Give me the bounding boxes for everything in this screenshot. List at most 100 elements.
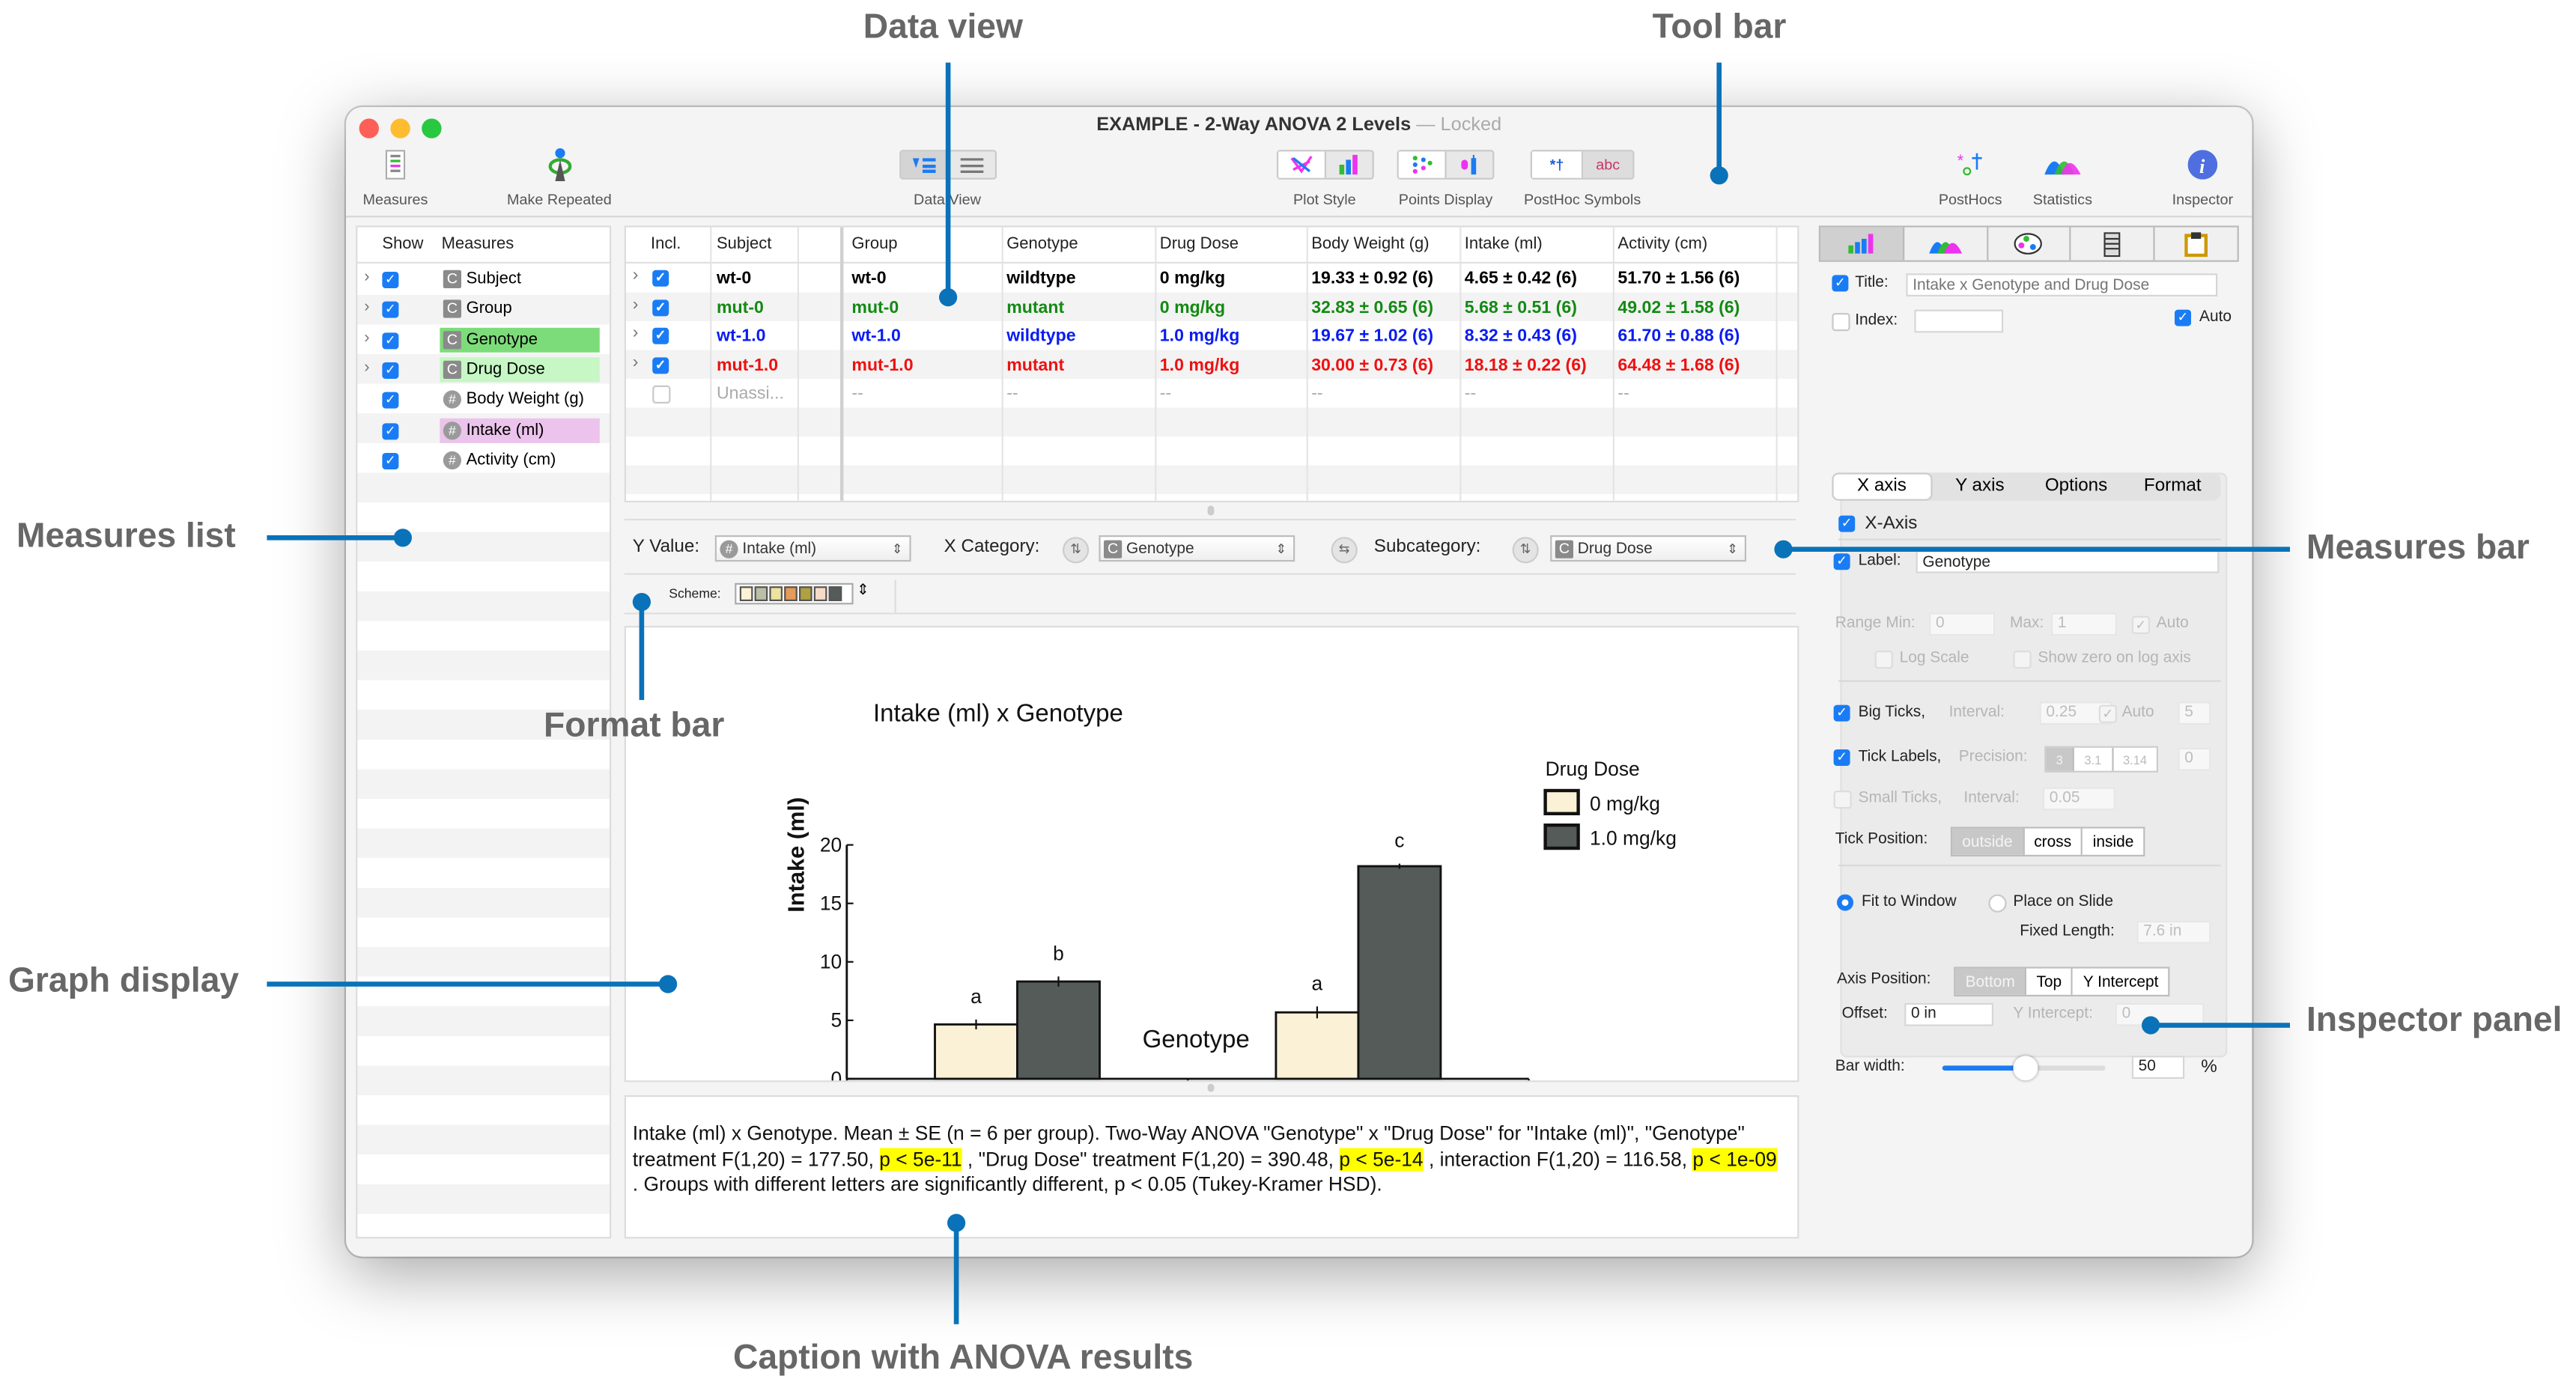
measure-chip[interactable]: C Drug Dose — [440, 357, 600, 383]
tick-position-inside[interactable]: inside — [2083, 829, 2144, 855]
log-scale-checkbox[interactable] — [1874, 651, 1893, 669]
tick-position-outside[interactable]: outside — [1952, 828, 2025, 855]
column-header[interactable]: Body Weight (g) — [1311, 236, 1429, 254]
table-cell[interactable]: mut-0 — [717, 297, 764, 317]
show-checkbox[interactable]: ✓ — [382, 392, 399, 410]
small-ticks-checkbox[interactable] — [1833, 791, 1852, 809]
points-display-control[interactable]: Points Display — [1384, 147, 1507, 216]
plot-style-control[interactable]: Plot Style — [1269, 147, 1381, 216]
measure-chip[interactable]: # Body Weight (g) — [440, 387, 599, 412]
tick-position-segmented[interactable]: outside cross inside — [1950, 827, 2145, 856]
table-row[interactable]: › ✓ mut-1.0 mut-1.0 mutant 1.0 mg/kg 30.00 ± 0… — [626, 350, 1797, 380]
title-input[interactable] — [1906, 273, 2218, 296]
show-checkbox[interactable]: ✓ — [382, 452, 399, 469]
table-cell[interactable]: wt-1.0 — [851, 326, 900, 346]
table-cell[interactable]: 32.83 ± 0.65 (6) — [1311, 297, 1433, 317]
tab-format[interactable]: Format — [2124, 472, 2221, 500]
axis-label-input[interactable] — [1916, 550, 2220, 573]
line-plot-icon[interactable] — [1278, 151, 1325, 178]
table-cell[interactable]: -- — [1617, 384, 1629, 404]
measures-column-header[interactable]: Measures — [442, 236, 514, 254]
expand-chevron-icon[interactable]: › — [364, 329, 369, 347]
table-cell[interactable]: 5.68 ± 0.51 (6) — [1465, 297, 1577, 317]
table-cell[interactable]: wt-0 — [717, 269, 751, 288]
bar-width-input[interactable]: 50 — [2131, 1056, 2185, 1079]
axis-position-bottom[interactable]: Bottom — [1955, 968, 2027, 995]
inspector-button[interactable]: i Inspector — [2158, 147, 2247, 216]
range-auto-checkbox[interactable]: ✓ — [2131, 615, 2150, 634]
table-cell[interactable]: 4.65 ± 0.42 (6) — [1465, 269, 1577, 288]
index-input[interactable] — [1914, 309, 2004, 333]
sort-order-icon[interactable]: ⇅ — [1512, 537, 1539, 564]
y-value-select[interactable]: # Intake (ml) ⇕ — [714, 535, 911, 562]
statistics-button[interactable]: Statistics — [2020, 147, 2105, 216]
table-cell[interactable]: -- — [1006, 384, 1018, 404]
table-row[interactable]: › ✓ mut-0 mut-0 mutant 0 mg/kg 32.83 ± 0.65 (6… — [626, 293, 1797, 322]
table-cell[interactable]: 18.18 ± 0.22 (6) — [1465, 355, 1587, 374]
measure-row[interactable]: › ✓ C Group — [357, 295, 610, 325]
big-ticks-count-input[interactable]: 5 — [2178, 701, 2211, 725]
title-checkbox[interactable]: ✓ — [1832, 275, 1849, 292]
table-row[interactable]: Unassi... -- -- -- -- -- -- — [626, 379, 1797, 408]
show-checkbox[interactable]: ✓ — [382, 362, 399, 379]
include-checkbox[interactable]: ✓ — [652, 356, 669, 374]
precision-value-input[interactable]: 0 — [2178, 747, 2211, 771]
palette-tab-icon[interactable] — [1988, 227, 2072, 261]
column-header[interactable]: Incl. — [651, 236, 681, 254]
table-cell[interactable]: -- — [851, 384, 863, 404]
show-zero-checkbox[interactable] — [2013, 651, 2032, 669]
fixed-length-input[interactable]: 7.6 in — [2136, 920, 2211, 944]
table-cell[interactable]: -- — [1311, 384, 1322, 404]
include-checkbox[interactable]: ✓ — [652, 299, 669, 316]
data-tab-icon[interactable] — [2071, 227, 2156, 261]
measure-chip[interactable]: C Group — [440, 297, 599, 322]
expand-chevron-icon[interactable]: › — [633, 294, 639, 314]
include-checkbox[interactable] — [652, 385, 671, 404]
measure-row[interactable]: ✓ # Body Weight (g) — [357, 386, 610, 416]
table-cell[interactable]: 61.70 ± 0.88 (6) — [1617, 326, 1740, 346]
table-cell[interactable]: 49.02 ± 1.58 (6) — [1617, 297, 1740, 317]
table-cell[interactable]: -- — [1160, 384, 1171, 404]
splitter-handle[interactable] — [1207, 1083, 1215, 1092]
clipboard-tab-icon[interactable] — [2155, 228, 2238, 261]
tick-position-cross[interactable]: cross — [2024, 828, 2083, 855]
expand-chevron-icon[interactable]: › — [364, 359, 369, 377]
table-cell[interactable]: mutant — [1006, 297, 1064, 317]
x-category-select[interactable]: C Genotype ⇕ — [1099, 535, 1295, 562]
column-header[interactable]: Intake (ml) — [1465, 236, 1543, 254]
bar[interactable] — [934, 1023, 1018, 1080]
measure-row[interactable]: › ✓ C Subject — [357, 265, 610, 295]
auto-index-checkbox[interactable]: ✓ — [2175, 309, 2191, 326]
big-ticks-checkbox[interactable]: ✓ — [1833, 704, 1850, 722]
measure-chip[interactable]: C Subject — [440, 267, 599, 291]
letter-symbol-icon[interactable]: abc — [1583, 151, 1633, 178]
expand-chevron-icon[interactable]: › — [633, 352, 639, 371]
measure-row[interactable]: › ✓ C Drug Dose — [357, 356, 610, 386]
table-cell[interactable]: 0 mg/kg — [1160, 269, 1225, 288]
precision-segmented[interactable]: 3 3.1 3.14 — [2044, 746, 2159, 773]
table-cell[interactable]: wt-0 — [851, 269, 886, 288]
table-cell[interactable]: mut-0 — [851, 297, 899, 317]
posthoc-symbols-control[interactable]: *† abc PostHoc Symbols — [1513, 147, 1653, 216]
tab-y-axis[interactable]: Y axis — [1932, 472, 2029, 500]
sort-order-icon[interactable]: ⇅ — [1063, 537, 1090, 564]
table-cell[interactable]: 19.67 ± 1.02 (6) — [1311, 326, 1433, 346]
updown-chevron-icon[interactable]: ⇕ — [857, 582, 869, 600]
table-cell[interactable]: mut-1.0 — [717, 355, 778, 374]
table-row[interactable]: › ✓ wt-1.0 wt-1.0 wildtype 1.0 mg/kg 19.67 ± 1… — [626, 321, 1797, 350]
precision-option[interactable]: 3 — [2046, 747, 2075, 771]
asterisk-symbol-icon[interactable]: *† — [1532, 151, 1584, 178]
include-checkbox[interactable]: ✓ — [652, 270, 669, 287]
table-cell[interactable]: 8.32 ± 0.43 (6) — [1465, 326, 1577, 346]
label-checkbox[interactable]: ✓ — [1833, 553, 1850, 570]
list-view-icon[interactable] — [948, 151, 994, 177]
include-checkbox[interactable]: ✓ — [652, 327, 669, 344]
table-cell[interactable]: wildtype — [1006, 326, 1075, 346]
range-max-input[interactable]: 1 — [2051, 612, 2117, 636]
bar[interactable] — [1357, 865, 1442, 1080]
table-cell[interactable]: 30.00 ± 0.73 (6) — [1311, 355, 1433, 374]
small-ticks-interval-input[interactable]: 0.05 — [2043, 787, 2115, 811]
show-column-header[interactable]: Show — [382, 236, 423, 254]
graph-tab-bar-chart-icon[interactable] — [1820, 227, 1904, 261]
tab-options[interactable]: Options — [2028, 472, 2124, 500]
